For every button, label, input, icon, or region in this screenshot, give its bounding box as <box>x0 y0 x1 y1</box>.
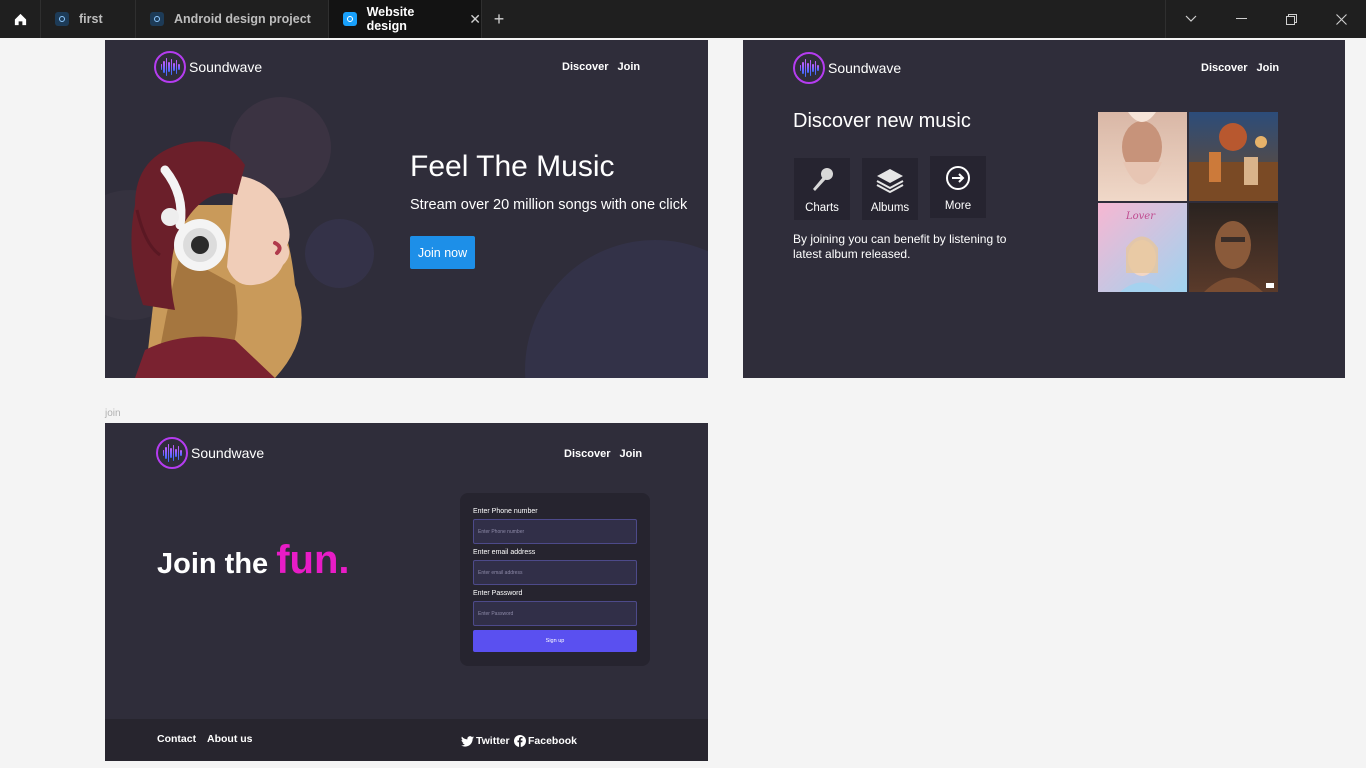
tab-label: first <box>79 12 103 26</box>
album-cover[interactable]: Lover <box>1098 203 1187 292</box>
microphone-icon <box>813 168 833 191</box>
arrow-right-circle-icon <box>946 166 970 190</box>
hero-title: Feel The Music <box>410 150 615 183</box>
footer-contact-link[interactable]: Contact <box>157 733 196 745</box>
category-label: Albums <box>870 202 910 214</box>
file-icon <box>343 12 357 26</box>
email-label: Enter email address <box>473 549 536 556</box>
join-headline: Join the fun. <box>157 538 350 583</box>
top-nav: Discover Join <box>1201 62 1279 74</box>
home-icon <box>14 13 26 25</box>
window-controls <box>1165 0 1366 38</box>
hero-photo <box>131 141 302 378</box>
footer: Contact About us Twitter Facebook <box>105 719 708 761</box>
join-now-button[interactable]: Join now <box>410 236 475 269</box>
close-window-button[interactable] <box>1316 0 1366 38</box>
restore-icon <box>1285 13 1297 25</box>
nav-join[interactable]: Join <box>1256 62 1279 74</box>
category-label: Charts <box>805 202 839 214</box>
tab-label: Android design project <box>174 12 311 26</box>
decor-circle <box>305 219 374 288</box>
facebook-icon <box>514 735 526 747</box>
tab-android-design-project[interactable]: Android design project <box>136 0 329 38</box>
footer-about-link[interactable]: About us <box>207 733 253 745</box>
twitter-link[interactable]: Twitter <box>461 735 510 747</box>
frame-label: join <box>105 408 121 419</box>
top-nav: Discover Join <box>562 61 640 73</box>
password-label: Enter Password <box>473 590 523 597</box>
category-more[interactable]: More <box>930 156 986 218</box>
hero-frame[interactable]: Soundwave Discover Join Feel The Music S… <box>105 40 708 378</box>
twitter-label: Twitter <box>476 735 510 747</box>
brand-logo[interactable]: Soundwave <box>793 52 901 84</box>
album-cover[interactable] <box>1189 112 1278 201</box>
phone-input[interactable] <box>473 519 637 544</box>
soundwave-logo-icon <box>154 51 186 83</box>
category-albums[interactable]: Albums <box>862 158 918 220</box>
signup-form: Enter Phone number Enter email address E… <box>460 493 650 666</box>
hero-subtitle: Stream over 20 million songs with one cl… <box>410 197 688 213</box>
brand-logo[interactable]: Soundwave <box>156 437 264 469</box>
home-button[interactable] <box>0 0 41 38</box>
album-cover[interactable] <box>1098 112 1187 201</box>
album-caption: Lover <box>1126 211 1156 222</box>
tab-list-button[interactable] <box>1166 0 1216 38</box>
minimize-icon <box>1235 18 1247 19</box>
brand-logo[interactable]: Soundwave <box>154 51 262 83</box>
join-headline-accent: fun. <box>276 538 350 582</box>
nav-join[interactable]: Join <box>617 61 640 73</box>
tab-website-design[interactable]: Website design ✕ <box>329 0 482 38</box>
chevron-down-icon <box>1185 15 1197 22</box>
brand-name: Soundwave <box>191 445 265 461</box>
facebook-label: Facebook <box>528 735 578 747</box>
soundwave-logo-icon <box>793 52 825 84</box>
category-label: More <box>944 200 972 212</box>
twitter-icon <box>461 735 474 747</box>
file-icon <box>150 12 164 26</box>
facebook-link[interactable]: Facebook <box>514 735 577 747</box>
join-frame[interactable]: Soundwave Discover Join Join the fun. En… <box>105 423 708 761</box>
signup-button[interactable]: Sign up <box>473 630 637 652</box>
close-icon[interactable]: ✕ <box>469 11 481 28</box>
minimize-button[interactable] <box>1216 0 1266 38</box>
album-cover[interactable] <box>1189 203 1278 292</box>
category-charts[interactable]: Charts <box>794 158 850 220</box>
layers-icon <box>876 169 904 194</box>
discover-frame[interactable]: Soundwave Discover Join Discover new mus… <box>743 40 1345 378</box>
nav-join[interactable]: Join <box>619 448 642 460</box>
restore-button[interactable] <box>1266 0 1316 38</box>
nav-discover[interactable]: Discover <box>1201 62 1247 74</box>
phone-label: Enter Phone number <box>473 508 538 515</box>
tab-label: Website design <box>366 5 415 33</box>
password-input[interactable] <box>473 601 637 626</box>
discover-note: By joining you can benefit by listening … <box>793 232 1007 261</box>
discover-title: Discover new music <box>793 110 971 132</box>
window-close-icon <box>1335 13 1347 25</box>
decor-circle <box>525 240 708 378</box>
brand-name: Soundwave <box>189 59 263 75</box>
nav-discover[interactable]: Discover <box>562 61 608 73</box>
new-tab-button[interactable]: + <box>482 0 516 38</box>
email-input[interactable] <box>473 560 637 585</box>
top-nav: Discover Join <box>564 448 642 460</box>
join-headline-text: Join the <box>157 548 269 580</box>
soundwave-logo-icon <box>156 437 188 469</box>
tab-first[interactable]: first <box>41 0 136 38</box>
file-icon <box>55 12 69 26</box>
brand-name: Soundwave <box>828 60 902 76</box>
nav-discover[interactable]: Discover <box>564 448 610 460</box>
title-bar: first Android design project Website des… <box>0 0 1366 38</box>
album-grid: Lover <box>1098 112 1278 292</box>
